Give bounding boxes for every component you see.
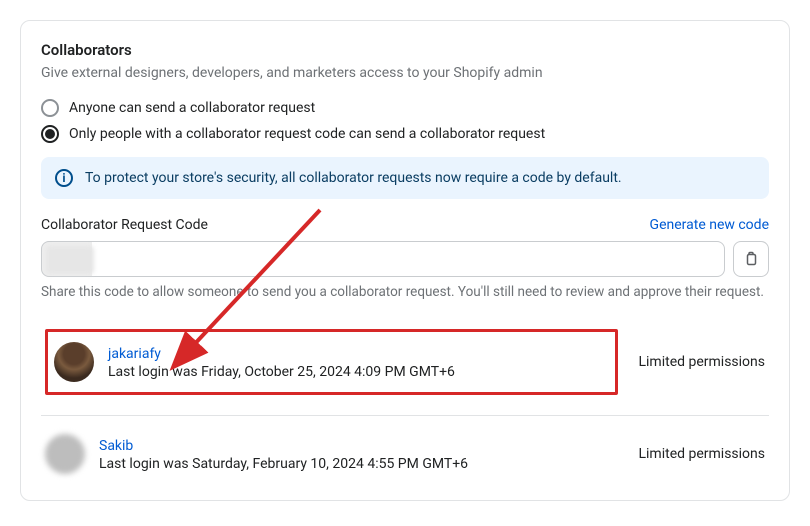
collaborator-last-login: Last login was Saturday, February 10, 20… (99, 456, 638, 472)
collaborator-info: jakariafy Last login was Friday, October… (108, 343, 609, 380)
security-banner: i To protect your store's security, all … (41, 157, 769, 199)
section-subtitle: Give external designers, developers, and… (41, 65, 769, 81)
collaborator-row: jakariafy Last login was Friday, October… (41, 317, 769, 415)
permission-label: Limited permissions (638, 446, 765, 462)
code-input-row (41, 241, 769, 277)
radio-checked-icon (41, 125, 59, 143)
avatar (54, 342, 94, 382)
avatar (45, 434, 85, 474)
clipboard-icon (743, 251, 759, 267)
section-title: Collaborators (41, 41, 769, 59)
generate-code-link[interactable]: Generate new code (650, 217, 769, 233)
radio-code-only[interactable]: Only people with a collaborator request … (41, 125, 769, 143)
copy-button[interactable] (733, 241, 769, 277)
collaborator-name-link[interactable]: Sakib (99, 438, 133, 454)
collaborator-last-login: Last login was Friday, October 25, 2024 … (108, 364, 609, 380)
code-header: Collaborator Request Code Generate new c… (41, 217, 769, 233)
code-input[interactable] (41, 241, 725, 277)
radio-unchecked-icon (41, 99, 59, 117)
code-blur (46, 246, 94, 274)
collaborator-name-link[interactable]: jakariafy (108, 346, 161, 362)
collaborator-info: Sakib Last login was Saturday, February … (99, 435, 638, 472)
radio-code-only-label: Only people with a collaborator request … (69, 126, 545, 142)
radio-anyone[interactable]: Anyone can send a collaborator request (41, 99, 769, 117)
collaborator-row: Sakib Last login was Saturday, February … (41, 415, 769, 490)
collaborators-card: Collaborators Give external designers, d… (20, 20, 790, 501)
info-icon: i (55, 169, 73, 187)
permission-label: Limited permissions (618, 354, 765, 370)
code-label: Collaborator Request Code (41, 217, 208, 233)
radio-anyone-label: Anyone can send a collaborator request (69, 100, 315, 116)
code-helper-text: Share this code to allow someone to send… (41, 283, 769, 303)
banner-text: To protect your store's security, all co… (85, 170, 622, 186)
highlighted-collaborator: jakariafy Last login was Friday, October… (45, 329, 618, 395)
